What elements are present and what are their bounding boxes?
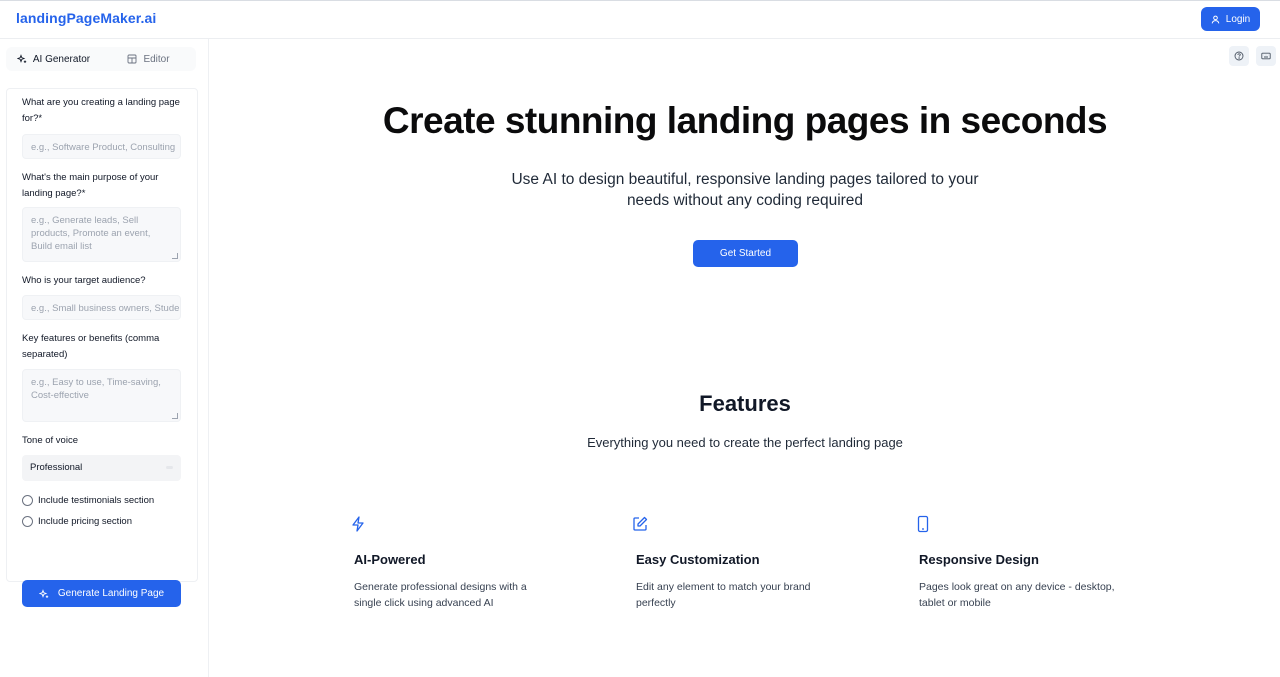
top-bar: landingPageMaker.ai Login xyxy=(0,0,1280,39)
feature-title: Easy Customization xyxy=(636,552,760,567)
pricing-label: Include pricing section xyxy=(38,516,132,527)
q4-label: Key features or benefits (comma separate… xyxy=(22,333,160,360)
sparkles-icon xyxy=(16,54,27,63)
edit-icon xyxy=(633,516,648,531)
pricing-radio[interactable] xyxy=(22,516,33,527)
chevron-down-icon xyxy=(166,466,173,469)
feature-desc: Edit any element to match your brand per… xyxy=(636,581,811,609)
layout-icon xyxy=(127,54,137,64)
login-button[interactable]: Login xyxy=(1201,7,1260,31)
tab-editor[interactable]: Editor xyxy=(101,47,196,71)
logo[interactable]: landingPageMaker.ai xyxy=(16,10,156,26)
sparkles-icon xyxy=(38,588,49,598)
keyboard-icon xyxy=(1261,52,1271,60)
audience-input[interactable]: e.g., Small business owners, Students xyxy=(22,295,181,320)
login-label: Login xyxy=(1225,13,1251,25)
feature-card-responsive-design: Responsive Design Pages look great on an… xyxy=(917,515,1139,611)
tone-value: Professional xyxy=(30,462,83,473)
q3-label: Who is your target audience? xyxy=(22,275,146,286)
purpose-placeholder: e.g., Generate leads, Sell products, Pro… xyxy=(31,215,151,252)
user-icon xyxy=(1211,15,1220,24)
lightning-icon xyxy=(352,516,364,532)
q1-label: What are you creating a landing page for… xyxy=(22,97,180,124)
product-input[interactable]: e.g., Software Product, Consulting xyxy=(22,134,181,159)
resize-handle[interactable] xyxy=(172,413,178,419)
pricing-option[interactable]: Include pricing section xyxy=(22,516,132,527)
get-started-button[interactable]: Get Started xyxy=(693,240,798,267)
tone-label: Tone of voice xyxy=(22,435,78,446)
feature-card-ai-powered: AI-Powered Generate professional designs… xyxy=(352,515,574,611)
generate-label: Generate Landing Page xyxy=(57,588,165,599)
generate-button[interactable]: Generate Landing Page xyxy=(22,580,181,607)
purpose-textarea[interactable]: e.g., Generate leads, Sell products, Pro… xyxy=(22,207,181,262)
feature-title: Responsive Design xyxy=(919,552,1039,567)
generator-form: What are you creating a landing page for… xyxy=(6,88,198,607)
features-subtitle: Everything you need to create the perfec… xyxy=(587,435,903,450)
sidebar: AI Generator Editor What are you creatin… xyxy=(0,39,209,677)
features-textarea[interactable]: e.g., Easy to use, Time-saving, Cost-eff… xyxy=(22,369,181,422)
feature-desc: Pages look great on any device - desktop… xyxy=(919,581,1115,609)
hero-title: Create stunning landing pages in seconds xyxy=(382,100,1108,141)
features-placeholder: e.g., Easy to use, Time-saving, Cost-eff… xyxy=(31,377,161,401)
resize-handle[interactable] xyxy=(172,253,178,259)
tone-select[interactable]: Professional xyxy=(22,455,181,481)
tab-ai-generator-label: AI Generator xyxy=(32,53,91,65)
features-title: Features xyxy=(699,391,791,416)
feature-desc: Generate professional designs with a sin… xyxy=(354,581,527,609)
testimonials-label: Include testimonials section xyxy=(38,495,155,506)
mobile-icon xyxy=(917,515,929,533)
tab-ai-generator[interactable]: AI Generator xyxy=(6,47,101,71)
hero-subtitle: Use AI to design beautiful, responsive l… xyxy=(511,171,979,209)
help-button[interactable] xyxy=(1229,46,1249,66)
tab-editor-label: Editor xyxy=(143,53,170,65)
help-icon xyxy=(1234,51,1244,61)
feature-title: AI-Powered xyxy=(354,552,426,567)
testimonials-radio[interactable] xyxy=(22,495,33,506)
feature-card-easy-customization: Easy Customization Edit any element to m… xyxy=(633,515,856,611)
testimonials-option[interactable]: Include testimonials section xyxy=(22,495,154,506)
keyboard-button[interactable] xyxy=(1256,46,1276,66)
q2-label: What's the main purpose of your landing … xyxy=(22,172,159,199)
sidebar-tabs: AI Generator Editor xyxy=(6,47,196,71)
